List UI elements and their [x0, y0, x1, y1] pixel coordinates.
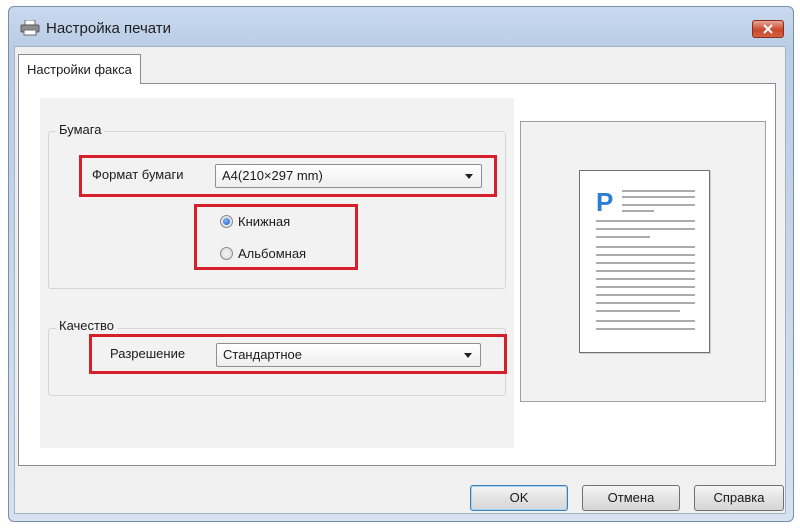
landscape-radio[interactable] — [220, 246, 233, 260]
ok-button[interactable]: OK — [470, 485, 568, 511]
resolution-label: Разрешение — [110, 346, 186, 361]
printer-icon — [20, 19, 40, 36]
quality-group-label: Качество — [56, 318, 117, 333]
orientation-landscape[interactable]: Альбомная — [220, 243, 306, 263]
resolution-select[interactable]: Стандартное — [216, 343, 481, 367]
portrait-label: Книжная — [238, 213, 291, 229]
title-bar[interactable]: Настройка печати — [8, 6, 794, 46]
orientation-portrait[interactable]: Книжная — [220, 211, 290, 231]
paper-size-value: A4(210×297 mm) — [222, 168, 323, 183]
landscape-label: Альбомная — [238, 245, 307, 261]
resolution-value: Стандартное — [223, 347, 302, 362]
portrait-radio[interactable] — [220, 214, 233, 228]
preview-document-icon: P — [596, 187, 695, 330]
paper-group-label: Бумага — [56, 122, 105, 137]
chevron-down-icon — [465, 174, 473, 179]
preview-page: P — [579, 170, 710, 353]
cancel-button[interactable]: Отмена — [582, 485, 680, 511]
close-icon — [763, 24, 773, 34]
preview-page-letter: P — [596, 187, 613, 217]
paper-size-select[interactable]: A4(210×297 mm) — [215, 164, 482, 188]
help-button[interactable]: Справка — [694, 485, 784, 511]
chevron-down-icon — [464, 353, 472, 358]
tab-fax-settings[interactable]: Настройки факса — [18, 54, 141, 84]
close-button[interactable] — [752, 20, 784, 38]
paper-size-label: Формат бумаги — [92, 167, 184, 182]
window-title: Настройка печати — [46, 20, 172, 37]
